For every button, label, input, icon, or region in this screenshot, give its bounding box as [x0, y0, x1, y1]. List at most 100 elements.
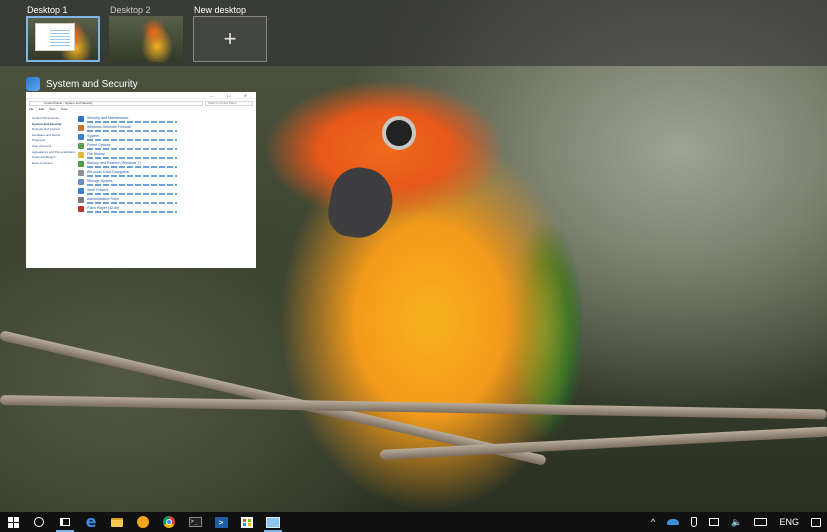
plus-icon: +: [223, 26, 237, 51]
window-title: System and Security: [46, 78, 138, 90]
category-title: File History: [87, 152, 105, 156]
window-thumbnail-header[interactable]: System and Security: [26, 76, 138, 92]
sidebar-item: Appearance and Personalization: [32, 149, 76, 154]
sidebar-item: Control Panel Home: [32, 116, 60, 120]
category-links: [87, 211, 177, 213]
category-links: [87, 130, 177, 132]
category-title: Storage Spaces: [87, 179, 113, 183]
category-title: System: [87, 134, 99, 138]
menu-item-tools: Tools: [60, 107, 68, 111]
command-prompt-icon: >_: [188, 517, 202, 527]
desktop-2-label: Desktop 2: [110, 5, 151, 15]
category-title: Flash Player (32-bit): [87, 206, 120, 210]
sidebar: Control Panel Home System and Security N…: [32, 116, 76, 166]
cloud-icon: [667, 519, 680, 525]
category-links: [87, 157, 177, 159]
sidebar-item: System and Security: [32, 121, 62, 126]
category-links: [87, 193, 177, 195]
desktop-thumbnail-window: [36, 24, 74, 50]
control-panel-app[interactable]: [260, 512, 286, 532]
menu-item-edit: Edit: [38, 107, 45, 111]
category-item: Backup and Restore (Windows 7): [78, 161, 250, 168]
window-titlebar: — ☐ ✕: [26, 92, 256, 99]
control-panel-icon: [266, 516, 280, 528]
orange-circle-icon: [137, 516, 149, 528]
language-indicator[interactable]: ENG: [773, 512, 805, 532]
category-title: Windows Defender Firewall: [87, 125, 131, 129]
category-links: [87, 166, 177, 168]
category-title: Work Folders: [87, 188, 109, 192]
category-icon: [78, 188, 84, 194]
category-icon: [78, 143, 84, 149]
orange-app[interactable]: [130, 512, 156, 532]
sidebar-item: Ease of Access: [32, 160, 53, 165]
control-panel-icon: [26, 77, 40, 91]
system-tray: ^ 🔈 ENG: [645, 512, 827, 532]
search-button[interactable]: [26, 512, 52, 532]
store-app[interactable]: [234, 512, 260, 532]
category-item: Power Options: [78, 143, 250, 150]
onedrive-tray-button[interactable]: [661, 512, 685, 532]
file-explorer-app[interactable]: [104, 512, 130, 532]
new-desktop-label: New desktop: [194, 5, 247, 15]
category-title: Power Options: [87, 143, 111, 147]
category-item: BitLocker Drive Encryption: [78, 170, 250, 177]
category-item: System: [78, 134, 250, 141]
touch-keyboard-button[interactable]: [748, 512, 773, 532]
sidebar-item: Network and Internet: [32, 127, 60, 132]
category-item: Work Folders: [78, 188, 250, 195]
network-tray-button[interactable]: [703, 512, 725, 532]
desktop-2-thumbnail[interactable]: [109, 16, 183, 62]
virtual-desktops-bar: Desktop 1 Desktop 2 New desktop +: [0, 0, 827, 66]
desktop-1-label: Desktop 1: [27, 5, 68, 15]
category-icon: [78, 197, 84, 203]
category-links: [87, 139, 177, 141]
desktop-thumbnail-wallpaper: [109, 16, 183, 62]
volume-tray-button[interactable]: 🔈: [725, 512, 748, 532]
chrome-icon: [163, 516, 175, 528]
search-input: Search Control Panel: [205, 100, 253, 106]
window-thumbnail[interactable]: — ☐ ✕ Control Panel › System and Securit…: [26, 92, 256, 268]
usb-tray-button[interactable]: [685, 512, 703, 532]
new-desktop-button[interactable]: +: [193, 16, 267, 62]
category-icon: [78, 161, 84, 167]
folder-icon: [111, 517, 123, 527]
sidebar-item: Clock and Region: [32, 155, 56, 160]
branch-decoration: [0, 395, 827, 420]
category-item: File History: [78, 152, 250, 159]
sidebar-item: Programs: [32, 138, 46, 143]
action-center-button[interactable]: [805, 512, 827, 532]
category-list: Security and Maintenance Windows Defender…: [78, 116, 250, 215]
sidebar-item: User Accounts: [32, 143, 52, 148]
category-item: Flash Player (32-bit): [78, 206, 250, 213]
category-icon: [78, 179, 84, 185]
parrot-eye: [382, 116, 416, 150]
notification-icon: [811, 517, 821, 527]
task-view-button[interactable]: [52, 512, 78, 532]
start-button[interactable]: [0, 512, 26, 532]
window-controls: — ☐ ✕: [209, 93, 253, 98]
menu-item-view: View: [49, 107, 56, 111]
category-title: BitLocker Drive Encryption: [87, 170, 130, 174]
category-links: [87, 202, 177, 204]
powershell-app[interactable]: >: [208, 512, 234, 532]
category-icon: [78, 134, 84, 140]
category-item: Windows Defender Firewall: [78, 125, 250, 132]
keyboard-icon: [754, 518, 768, 526]
usb-icon: [691, 517, 698, 527]
category-links: [87, 175, 177, 177]
taskbar: e >_ > ^ 🔈 ENG: [0, 512, 827, 532]
category-item: Administrative Tools: [78, 197, 250, 204]
category-title: Backup and Restore (Windows 7): [87, 161, 141, 165]
show-hidden-icons-button[interactable]: ^: [645, 512, 661, 532]
category-links: [87, 184, 177, 186]
category-title: Administrative Tools: [87, 197, 119, 201]
edge-app[interactable]: e: [78, 512, 104, 532]
category-icon: [78, 170, 84, 176]
cortana-circle-icon: [34, 517, 44, 527]
category-icon: [78, 116, 84, 122]
category-links: [87, 121, 177, 123]
command-prompt-app[interactable]: >_: [182, 512, 208, 532]
chrome-app[interactable]: [156, 512, 182, 532]
desktop-1-thumbnail[interactable]: [26, 16, 100, 62]
